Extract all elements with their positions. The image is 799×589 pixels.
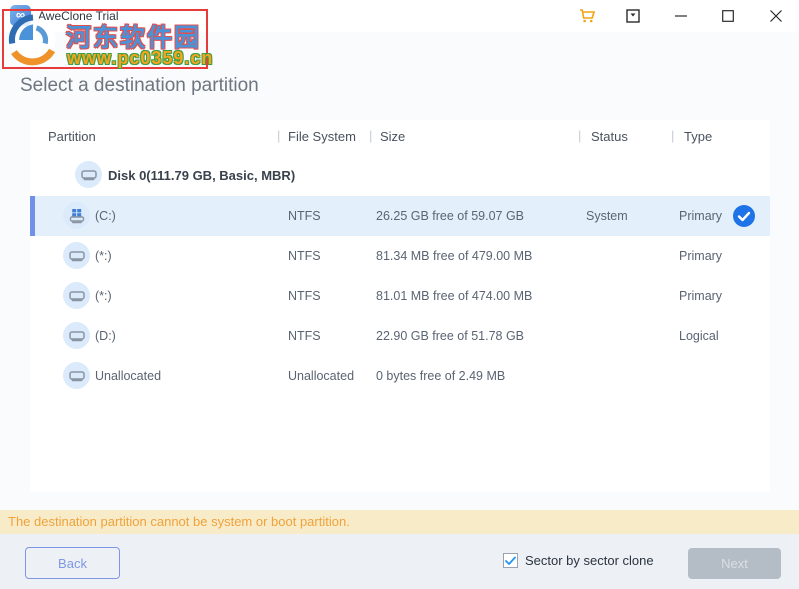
size-info: 81.01 MB free of 474.00 MB [376, 289, 532, 303]
back-button[interactable]: Back [25, 547, 120, 579]
col-size: Size [380, 129, 405, 144]
file-system: Unallocated [288, 369, 354, 383]
size-info: 22.90 GB free of 51.78 GB [376, 329, 524, 343]
page-title: Select a destination partition [20, 75, 259, 97]
sector-by-sector-label: Sector by sector clone [525, 553, 654, 568]
col-separator: | [277, 128, 280, 143]
partition-row[interactable]: Unallocated Unallocated 0 bytes free of … [30, 356, 770, 396]
drive-icon [63, 362, 90, 389]
type-label: Primary [679, 209, 722, 223]
col-separator: | [578, 128, 581, 143]
drive-icon [63, 322, 90, 349]
minimize-icon[interactable] [664, 0, 698, 32]
disk-group-label: Disk 0(111.79 GB, Basic, MBR) [108, 168, 295, 183]
maximize-icon[interactable] [711, 0, 745, 32]
partition-table: Partition | File System | Size | Status … [30, 120, 770, 492]
drive-icon [63, 242, 90, 269]
partition-row-c[interactable]: (C:) NTFS 26.25 GB free of 59.07 GB Syst… [30, 196, 770, 236]
disk-group-row: Disk 0(111.79 GB, Basic, MBR) [30, 154, 770, 196]
col-status: Status [591, 129, 628, 144]
sector-by-sector-checkbox[interactable] [503, 553, 518, 568]
status-label: System [586, 209, 628, 223]
app-window: ∞ AweClone Trial [0, 0, 799, 589]
window-title: AweClone Trial [38, 9, 118, 23]
partition-name: (C:) [95, 209, 116, 223]
table-header: Partition | File System | Size | Status … [30, 120, 770, 154]
col-separator: | [369, 128, 372, 143]
col-partition: Partition [48, 129, 96, 144]
selected-check-icon [733, 205, 755, 227]
size-info: 0 bytes free of 2.49 MB [376, 369, 505, 383]
partition-name: (*:) [95, 289, 112, 303]
file-system: NTFS [288, 329, 321, 343]
col-file-system: File System [288, 129, 356, 144]
disk-icon [75, 161, 102, 188]
title-bar: ∞ AweClone Trial [0, 0, 799, 32]
update-box-icon[interactable] [616, 0, 650, 32]
drive-icon [63, 282, 90, 309]
app-logo-icon: ∞ [10, 5, 31, 26]
type-label: Primary [679, 289, 722, 303]
partition-name: Unallocated [95, 369, 161, 383]
close-icon[interactable] [759, 0, 793, 32]
col-separator: | [671, 128, 674, 143]
warning-message: The destination partition cannot be syst… [0, 510, 799, 534]
watermark-site-url: www.pc0359.cn [67, 48, 213, 69]
file-system: NTFS [288, 289, 321, 303]
partition-name: (*:) [95, 249, 112, 263]
type-label: Logical [679, 329, 719, 343]
partition-name: (D:) [95, 329, 116, 343]
partition-row[interactable]: (D:) NTFS 22.90 GB free of 51.78 GB Logi… [30, 316, 770, 356]
col-type: Type [684, 129, 712, 144]
cart-icon[interactable] [570, 0, 604, 32]
partition-row[interactable]: (*:) NTFS 81.01 MB free of 474.00 MB Pri… [30, 276, 770, 316]
file-system: NTFS [288, 249, 321, 263]
size-info: 81.34 MB free of 479.00 MB [376, 249, 532, 263]
next-button[interactable]: Next [688, 548, 781, 579]
footer-bar: Back Sector by sector clone Next [0, 534, 799, 589]
partition-row[interactable]: (*:) NTFS 81.34 MB free of 479.00 MB Pri… [30, 236, 770, 276]
file-system: NTFS [288, 209, 321, 223]
system-drive-icon [63, 202, 90, 229]
type-label: Primary [679, 249, 722, 263]
size-info: 26.25 GB free of 59.07 GB [376, 209, 524, 223]
